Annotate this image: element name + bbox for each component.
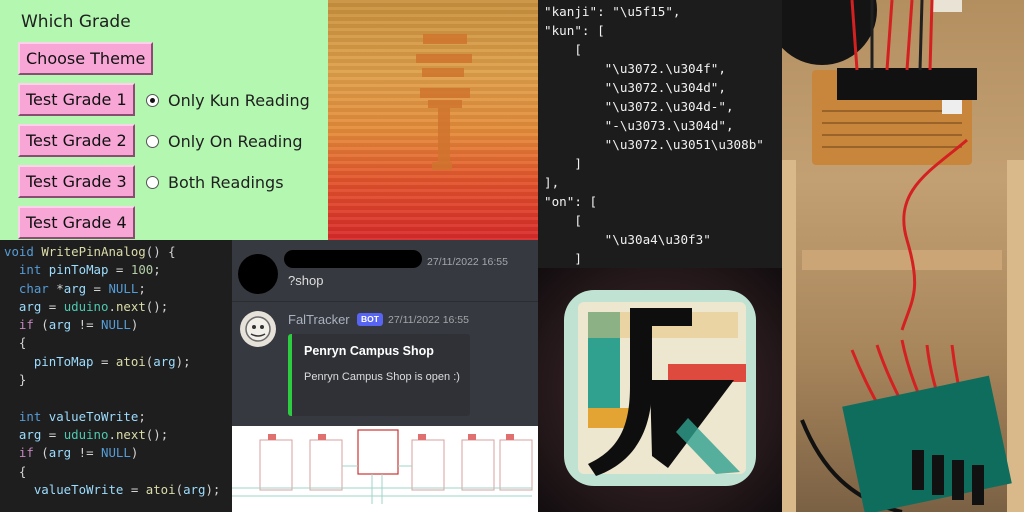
bot-face-icon (245, 316, 271, 342)
radio-label: Both Readings (168, 173, 284, 192)
test-grade-2-button[interactable]: Test Grade 2 (18, 124, 135, 157)
kanji-artwork (328, 0, 538, 240)
test-grade-3-button[interactable]: Test Grade 3 (18, 165, 135, 198)
json-line: ], (544, 175, 560, 190)
schematic-image (232, 429, 533, 504)
grade-heading: Which Grade (21, 12, 131, 32)
bot-embed: Penryn Campus Shop Penryn Campus Shop is… (288, 334, 470, 416)
json-line: "\u3072.\u304d-", (544, 99, 734, 114)
code-variable: valueToWrite (48, 408, 139, 424)
circuit-photo-image (782, 0, 1024, 512)
electronics-photo (782, 0, 1024, 512)
embed-title: Penryn Campus Shop (304, 344, 434, 358)
bot-username[interactable]: FalTracker (288, 312, 350, 327)
message-text: ?shop (288, 273, 324, 288)
radio-kun-reading[interactable]: Only Kun Reading (146, 91, 310, 110)
json-line: "\u3072.\u304f", (544, 61, 726, 76)
json-line: [ (544, 213, 582, 228)
json-line: "\u3072.\u3051\u308b" (544, 137, 764, 152)
json-line: "\u30a4\u30f3" (544, 232, 711, 247)
radio-indicator (146, 176, 159, 189)
message-timestamp: 27/11/2022 16:55 (427, 256, 508, 268)
test-grade-1-button[interactable]: Test Grade 1 (18, 83, 135, 116)
code-text: void WritePinAnalog() { int pinToMap = 1… (4, 244, 221, 497)
function-name: WritePinAnalog (41, 244, 146, 259)
json-output-panel: "kanji": "\u5f15", "kun": [ [ "\u3072.\u… (538, 0, 782, 268)
json-line: "\u3072.\u304d", (544, 80, 726, 95)
json-line: "-\u3073.\u304d", (544, 118, 734, 133)
radio-indicator (146, 135, 159, 148)
bot-badge: BOT (357, 313, 383, 326)
kanji-glyph-image (416, 34, 472, 170)
json-line: "kanji": "\u5f15", (544, 4, 681, 19)
json-line: ] (544, 251, 582, 266)
code-variable: pinToMap (48, 262, 109, 278)
radio-label: Only Kun Reading (168, 91, 310, 110)
discord-chat-panel: 27/11/2022 16:55 ?shop FalTracker BOT 27… (232, 240, 538, 426)
json-line: "on": [ (544, 194, 598, 209)
app-logo-panel (538, 268, 782, 512)
json-line: "kun": [ (544, 23, 605, 38)
user-avatar-redacted (238, 254, 278, 294)
code-editor-panel: void WritePinAnalog() { int pinToMap = 1… (0, 240, 232, 512)
json-text: "kanji": "\u5f15", "kun": [ [ "\u3072.\u… (538, 0, 782, 268)
app-logo-image (564, 290, 756, 486)
username-redacted (284, 250, 422, 268)
radio-selected-indicator (146, 94, 159, 107)
code-number: 100 (130, 262, 154, 278)
radio-both-readings[interactable]: Both Readings (146, 173, 284, 192)
bot-message-timestamp: 27/11/2022 16:55 (388, 314, 469, 326)
json-line: [ (544, 42, 582, 57)
embed-description: Penryn Campus Shop is open :) (304, 371, 460, 383)
grade-panel: Which Grade Choose Theme Test Grade 1 Te… (0, 0, 328, 240)
radio-on-reading[interactable]: Only On Reading (146, 132, 303, 151)
json-line: ] (544, 156, 582, 171)
choose-theme-button[interactable]: Choose Theme (18, 42, 154, 75)
message-divider (232, 301, 538, 302)
circuit-schematic (232, 426, 538, 512)
bot-avatar[interactable] (240, 311, 276, 347)
test-grade-4-button[interactable]: Test Grade 4 (18, 206, 135, 239)
radio-label: Only On Reading (168, 132, 303, 151)
